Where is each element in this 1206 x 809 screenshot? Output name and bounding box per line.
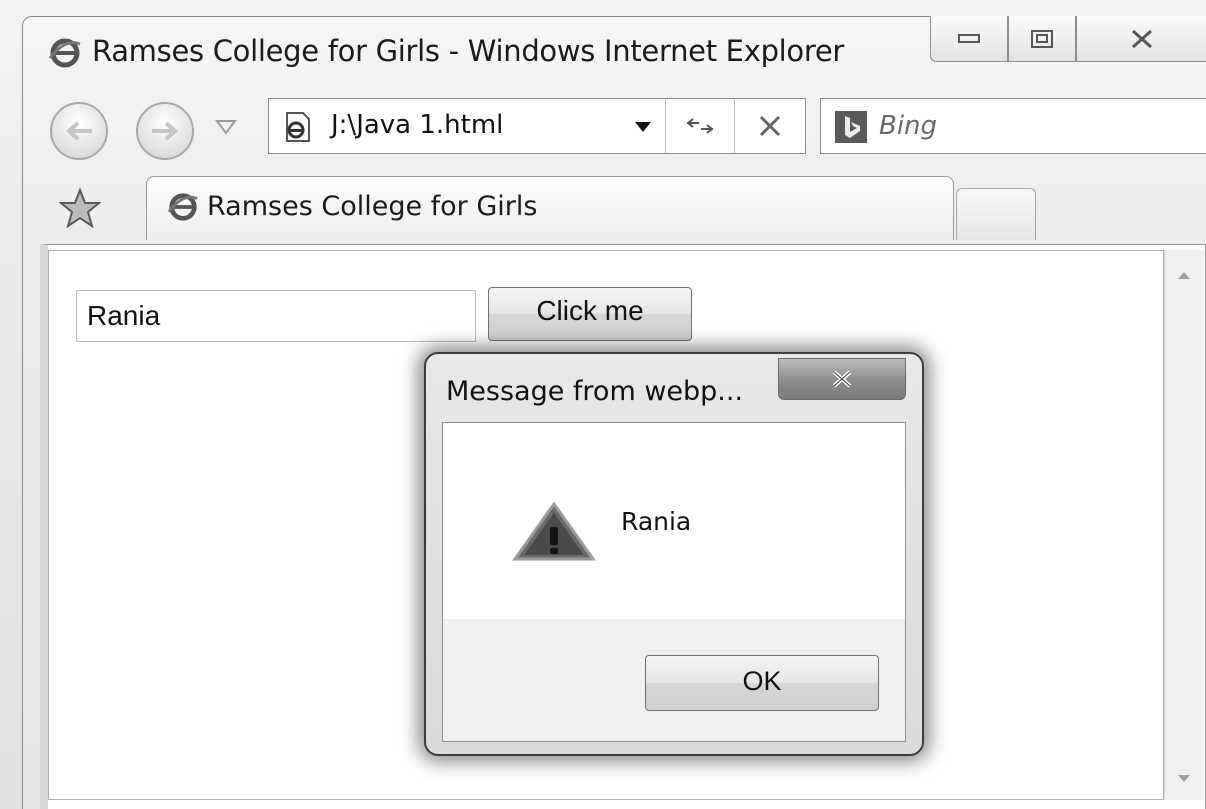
tab-label: Ramses College for Girls xyxy=(207,191,538,222)
address-value[interactable]: J:\Java 1.html xyxy=(331,110,503,140)
click-me-button[interactable]: Click me xyxy=(488,287,692,341)
close-icon xyxy=(832,370,852,388)
star-icon[interactable] xyxy=(58,186,102,230)
search-placeholder: Bing xyxy=(879,111,938,141)
alert-title: Message from webp... xyxy=(446,376,744,407)
vertical-scrollbar[interactable] xyxy=(1164,250,1204,800)
tab-ramses-college[interactable]: Ramses College for Girls xyxy=(146,176,954,240)
ok-button[interactable]: OK xyxy=(645,655,879,711)
ie-logo-icon xyxy=(167,191,199,223)
warning-icon xyxy=(511,501,597,563)
address-dropdown-button[interactable] xyxy=(633,119,653,135)
minimize-icon xyxy=(958,33,980,43)
maximize-button[interactable] xyxy=(1008,16,1076,62)
browser-window: Ramses College for Girls - Windows Inter… xyxy=(0,0,1206,809)
address-bar[interactable]: J:\Java 1.html xyxy=(268,98,806,154)
scroll-down-icon[interactable] xyxy=(1175,770,1193,782)
restore-icon xyxy=(1031,29,1053,48)
alert-message: Rania xyxy=(621,507,692,536)
refresh-icon xyxy=(686,118,714,134)
back-button[interactable] xyxy=(50,102,108,160)
close-window-button[interactable] xyxy=(1076,16,1206,62)
forward-button[interactable] xyxy=(136,102,194,160)
search-box[interactable]: Bing xyxy=(820,98,1206,154)
close-icon xyxy=(1131,29,1152,48)
stop-button[interactable] xyxy=(735,99,805,153)
scroll-up-icon[interactable] xyxy=(1175,266,1193,279)
arrow-left-icon xyxy=(65,121,92,141)
ie-logo-icon xyxy=(48,36,82,70)
new-tab-button[interactable] xyxy=(956,188,1036,240)
stop-icon xyxy=(759,115,781,137)
recent-pages-dropdown[interactable] xyxy=(214,117,238,137)
minimize-button[interactable] xyxy=(930,16,1008,62)
refresh-button[interactable] xyxy=(666,99,734,153)
chevron-down-icon xyxy=(215,120,237,135)
alert-body: Rania OK xyxy=(442,422,906,742)
arrow-right-icon xyxy=(152,121,179,141)
ie-page-icon xyxy=(281,111,313,143)
dropdown-arrow-icon xyxy=(635,122,651,132)
alert-dialog: Message from webp... Rania OK xyxy=(424,352,924,756)
name-input[interactable] xyxy=(76,290,476,342)
alert-close-button[interactable] xyxy=(778,358,906,400)
bing-icon xyxy=(835,111,867,143)
window-title: Ramses College for Girls - Windows Inter… xyxy=(92,34,845,68)
